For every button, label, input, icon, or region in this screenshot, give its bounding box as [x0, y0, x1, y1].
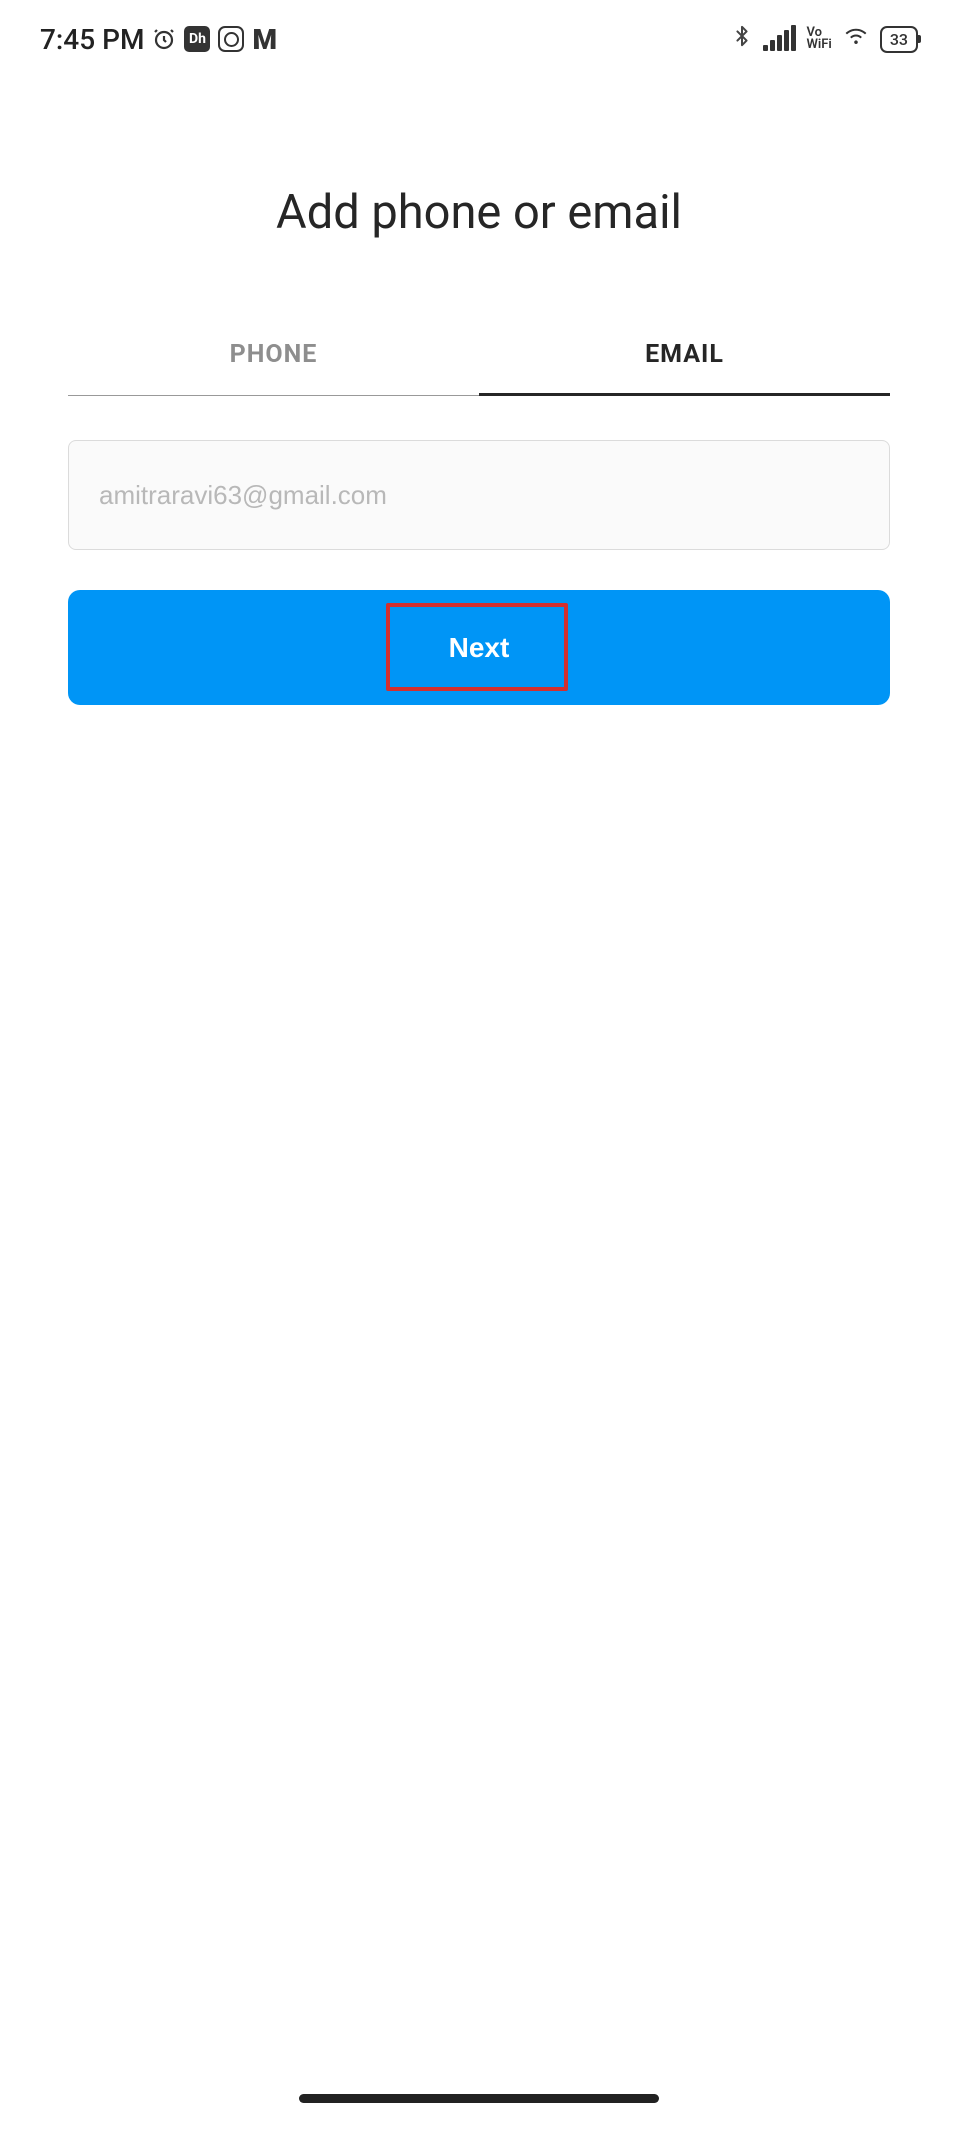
signal-icon [763, 27, 796, 51]
battery-icon: 33 [880, 26, 918, 53]
status-bar: 7:45 PM Dh M Vo WiFi [0, 0, 958, 70]
battery-level: 33 [890, 30, 908, 49]
bluetooth-icon [731, 22, 753, 57]
tab-row: PHONE EMAIL [68, 340, 890, 396]
next-button[interactable]: Next [68, 590, 890, 705]
app-dh-icon: Dh [184, 26, 210, 52]
next-button-label: Next [449, 632, 510, 664]
vowifi-icon: Vo WiFi [806, 27, 831, 51]
status-time: 7:45 PM [40, 23, 144, 56]
page-title: Add phone or email [0, 185, 958, 240]
email-input[interactable] [68, 440, 890, 550]
tab-phone[interactable]: PHONE [68, 340, 479, 396]
m-icon: M [252, 23, 275, 56]
email-input-wrapper [68, 440, 890, 550]
alarm-icon [152, 27, 176, 51]
next-button-wrapper: Next [68, 590, 890, 705]
status-left-group: 7:45 PM Dh M [40, 23, 275, 56]
instagram-icon [218, 26, 244, 52]
home-indicator[interactable] [299, 2094, 659, 2103]
status-right-group: Vo WiFi 33 [731, 22, 918, 57]
tab-email[interactable]: EMAIL [479, 340, 890, 396]
wifi-icon [842, 24, 870, 55]
vo-label-bottom: WiFi [806, 39, 831, 51]
